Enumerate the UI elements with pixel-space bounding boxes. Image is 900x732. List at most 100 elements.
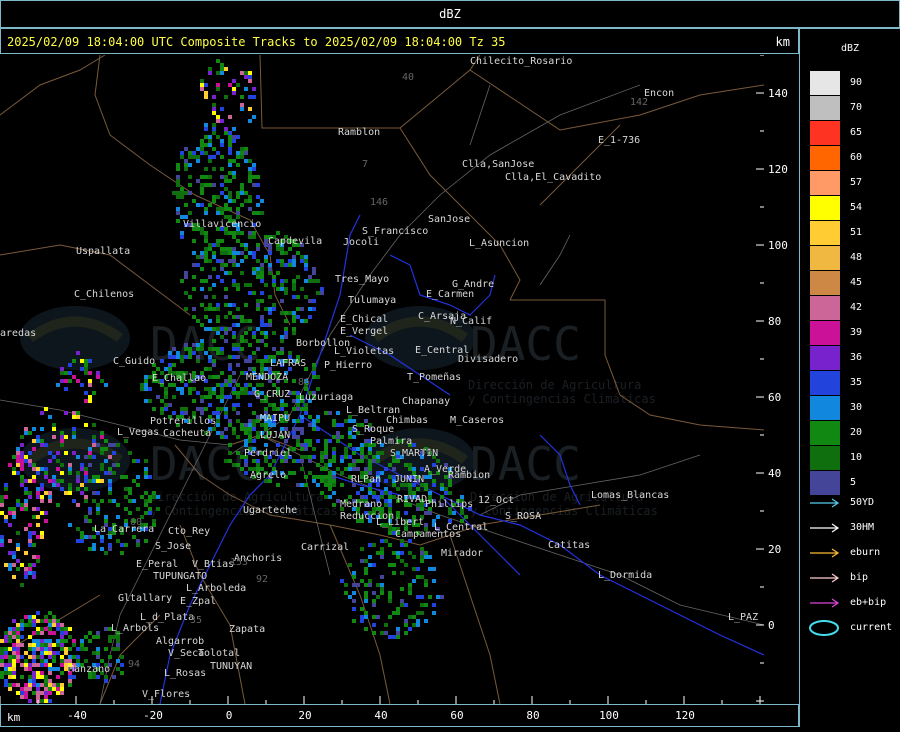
echo-cell <box>124 543 128 547</box>
echo-cell <box>104 383 108 387</box>
place-label: L_Violetas <box>334 346 394 357</box>
echo-cell <box>56 467 60 471</box>
echo-cell <box>220 347 224 351</box>
echo-cell <box>236 163 240 167</box>
echo-cell <box>196 319 200 323</box>
echo-cell <box>20 687 24 691</box>
echo-cell <box>12 627 16 631</box>
echo-cell <box>252 267 256 271</box>
echo-cell <box>284 263 288 267</box>
arrow-icon <box>810 498 840 508</box>
echo-cell <box>204 95 208 99</box>
echo-cell <box>56 643 60 647</box>
echo-cell <box>396 627 400 631</box>
legend-level-label: 42 <box>850 302 863 313</box>
legend-swatch <box>810 171 840 195</box>
echo-cell <box>20 623 24 627</box>
echo-cell <box>228 207 232 211</box>
echo-cell <box>96 475 100 479</box>
echo-cell <box>52 479 56 483</box>
echo-cell <box>36 627 40 631</box>
echo-cell <box>116 515 120 519</box>
echo-cell <box>412 579 416 583</box>
place-label: Chapanay <box>402 396 450 407</box>
echo-cell <box>8 631 12 635</box>
echo-cell <box>24 615 28 619</box>
echo-cell <box>4 519 8 523</box>
echo-cell <box>292 331 296 335</box>
echo-cell <box>116 539 120 543</box>
echo-cell <box>16 447 20 451</box>
echo-cell <box>352 607 356 611</box>
echo-cell <box>32 447 36 451</box>
echo-cell <box>364 443 368 447</box>
echo-cell <box>400 599 404 603</box>
echo-cell <box>280 283 284 287</box>
echo-cell <box>68 491 72 495</box>
echo-cell <box>332 435 336 439</box>
echo-cell <box>252 423 256 427</box>
echo-cell <box>232 259 236 263</box>
echo-cell <box>280 279 284 283</box>
echo-cell <box>344 583 348 587</box>
echo-cell <box>232 347 236 351</box>
echo-cell <box>248 159 252 163</box>
echo-cell <box>248 419 252 423</box>
echo-cell <box>216 211 220 215</box>
echo-cell <box>104 647 108 651</box>
echo-cell <box>240 467 244 471</box>
echo-cell <box>32 619 36 623</box>
echo-cell <box>48 491 52 495</box>
echo-cell <box>372 455 376 459</box>
y-tick-label: 100 <box>768 239 788 252</box>
echo-cell <box>176 191 180 195</box>
place-label: MAIPU <box>260 413 290 424</box>
echo-cell <box>108 535 112 539</box>
echo-cell <box>232 231 236 235</box>
echo-cell <box>380 587 384 591</box>
echo-cell <box>316 463 320 467</box>
place-label: Lomas_Blancas <box>591 490 669 501</box>
echo-cell <box>52 643 56 647</box>
echo-cell <box>208 307 212 311</box>
place-label: V_Flores <box>142 689 190 700</box>
echo-cell <box>104 439 108 443</box>
echo-cell <box>296 419 300 423</box>
echo-cell <box>100 535 104 539</box>
radar-map[interactable]: DACC DACC Dirección de Agricultura y Con… <box>0 55 764 704</box>
echo-cell <box>24 491 28 495</box>
echo-cell <box>92 491 96 495</box>
echo-cell <box>360 559 364 563</box>
echo-cell <box>240 183 244 187</box>
echo-cell <box>352 599 356 603</box>
echo-cell <box>244 199 248 203</box>
echo-cell <box>16 463 20 467</box>
echo-cell <box>248 431 252 435</box>
echo-cell <box>336 439 340 443</box>
echo-cell <box>20 451 24 455</box>
echo-cell <box>276 407 280 411</box>
ellipse-icon <box>809 620 839 636</box>
echo-cell <box>48 415 52 419</box>
echo-cell <box>424 511 428 515</box>
echo-cell <box>396 555 400 559</box>
echo-cell <box>48 683 52 687</box>
echo-cell <box>200 347 204 351</box>
map-canvas[interactable]: DACC DACC Dirección de Agricultura y Con… <box>0 55 764 704</box>
echo-cell <box>16 499 20 503</box>
echo-cell <box>40 631 44 635</box>
echo-cell <box>68 379 72 383</box>
echo-cell <box>244 243 248 247</box>
echo-cell <box>64 451 68 455</box>
echo-cell <box>392 495 396 499</box>
echo-cell <box>44 643 48 647</box>
echo-cell <box>28 543 32 547</box>
product-name: dBZ <box>439 7 461 21</box>
echo-cell <box>424 523 428 527</box>
y-tick-label: 140 <box>768 87 788 100</box>
echo-cell <box>44 491 48 495</box>
echo-cell <box>76 415 80 419</box>
echo-cell <box>240 251 244 255</box>
echo-cell <box>188 387 192 391</box>
y-tick-label: 80 <box>768 315 781 328</box>
